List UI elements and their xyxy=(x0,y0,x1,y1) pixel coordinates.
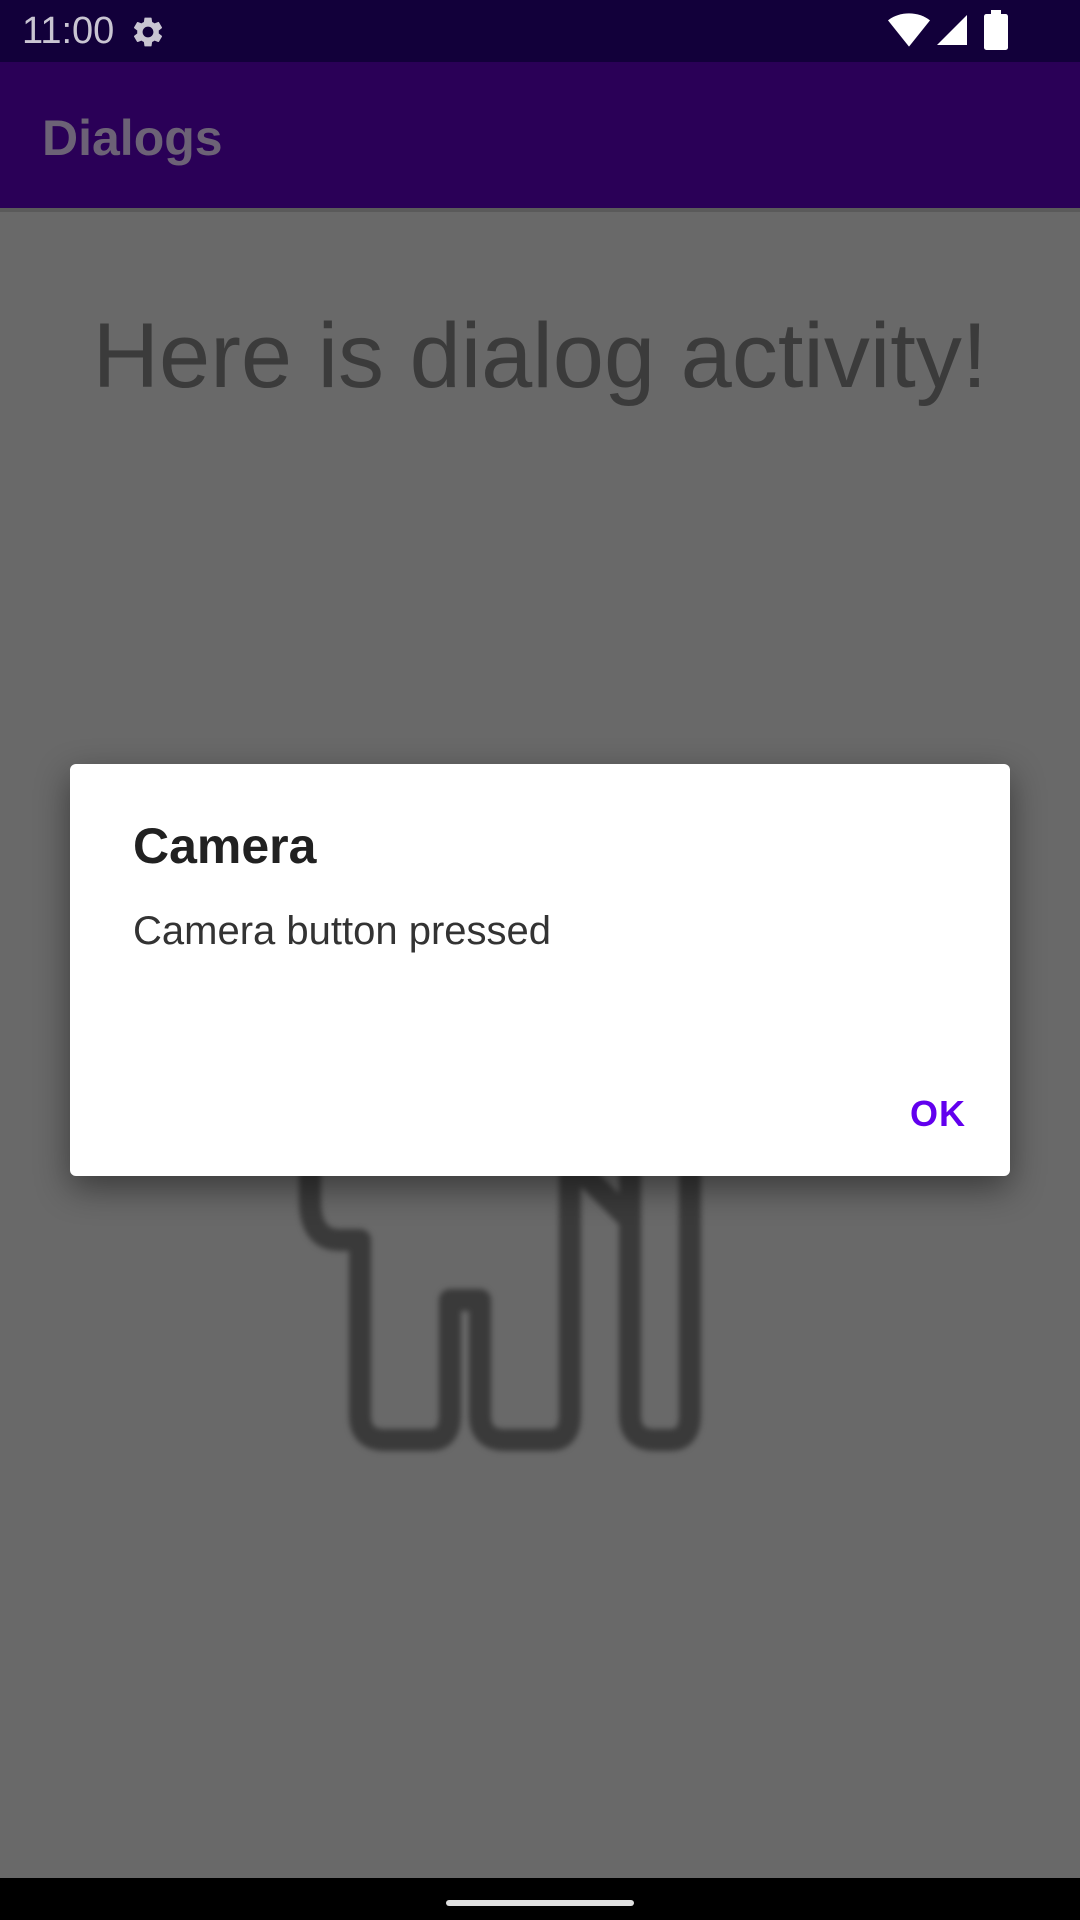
status-time: 11:00 xyxy=(22,10,115,52)
signal-icon xyxy=(937,15,967,45)
battery-icon xyxy=(984,10,1008,50)
wifi-icon xyxy=(888,13,930,47)
app-bar: Dialogs xyxy=(0,62,1080,210)
gesture-handle[interactable] xyxy=(446,1900,634,1906)
dialog-message: Camera button pressed xyxy=(133,909,552,953)
app-bar-shadow xyxy=(0,208,1080,212)
headline-text: Here is dialog activity! xyxy=(92,305,988,407)
ok-button[interactable]: OK xyxy=(890,1076,986,1152)
status-bar: 11:00 xyxy=(0,0,1080,62)
alert-dialog: Camera Camera button pressed OK xyxy=(70,764,1010,1176)
navigation-bar xyxy=(0,1878,1080,1920)
settings-icon xyxy=(133,17,163,47)
dialog-title: Camera xyxy=(133,818,317,874)
app-title: Dialogs xyxy=(42,110,223,166)
